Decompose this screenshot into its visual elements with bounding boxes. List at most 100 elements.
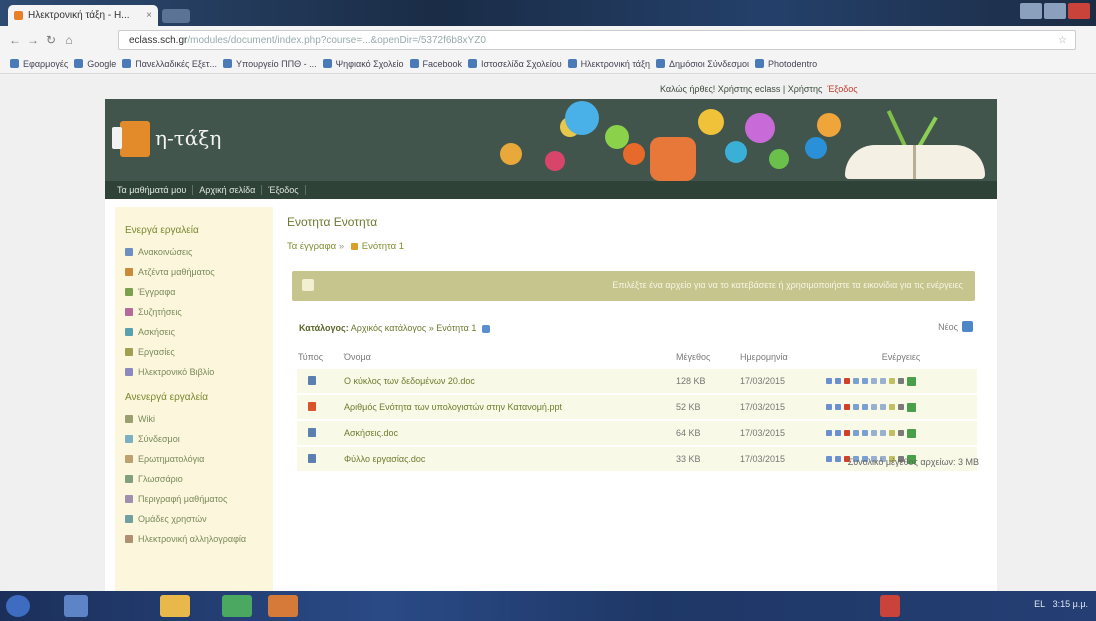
column-size[interactable]: Μέγεθος xyxy=(675,347,739,368)
delete-icon[interactable] xyxy=(844,430,850,436)
metadata-icon[interactable] xyxy=(862,404,868,410)
back-icon[interactable]: ← xyxy=(8,33,22,47)
sidebar-tool-item[interactable]: Wiki xyxy=(115,409,273,429)
nav-item[interactable]: Τα μαθήματά μου xyxy=(111,185,194,195)
share-icon[interactable] xyxy=(871,378,877,384)
tool-label: Έγγραφα xyxy=(138,287,176,297)
rename-icon[interactable] xyxy=(835,456,841,462)
rename-icon[interactable] xyxy=(835,404,841,410)
comment-icon[interactable] xyxy=(853,378,859,384)
sidebar-tool-item[interactable]: Εργασίες xyxy=(115,342,273,362)
new-tab-button[interactable] xyxy=(162,9,190,23)
logout-link[interactable]: Έξοδος xyxy=(827,84,857,94)
replace-icon[interactable] xyxy=(880,404,886,410)
taskbar-chrome-icon[interactable] xyxy=(222,595,252,617)
download-icon[interactable] xyxy=(907,376,916,386)
column-type[interactable]: Τύπος xyxy=(297,347,343,368)
sidebar-tool-item[interactable]: Ηλεκτρονικό Βιβλίο xyxy=(115,362,273,382)
table-row[interactable]: Αριθμός Ενότητα των υπολογιστών στην Κατ… xyxy=(297,393,977,420)
replace-icon[interactable] xyxy=(880,430,886,436)
file-name-link[interactable]: Ο κύκλος των δεδομένων 20.doc xyxy=(343,367,675,394)
table-row[interactable]: Ασκήσεις.doc 64 KB 17/03/2015 xyxy=(297,419,977,446)
sidebar-tool-item[interactable]: Ηλεκτρονική αλληλογραφία xyxy=(115,529,273,549)
minimize-button[interactable] xyxy=(1020,3,1042,19)
home-icon[interactable]: ⌂ xyxy=(62,33,76,47)
bookmark-item[interactable]: Ηλεκτρονική τάξη xyxy=(567,59,650,69)
move-icon[interactable] xyxy=(826,430,832,436)
column-name[interactable]: Όνομα xyxy=(343,347,675,368)
taskbar-app-icon[interactable] xyxy=(268,595,298,617)
forward-icon[interactable]: → xyxy=(26,33,40,47)
move-icon[interactable] xyxy=(826,404,832,410)
share-icon[interactable] xyxy=(871,404,877,410)
sidebar-tool-item[interactable]: Συζητήσεις xyxy=(115,302,273,322)
clock[interactable]: 3:15 μ.μ. xyxy=(1053,599,1088,609)
tab-close-icon[interactable]: × xyxy=(146,5,152,26)
visibility-icon[interactable] xyxy=(889,404,895,410)
replace-icon[interactable] xyxy=(880,378,886,384)
file-name-link[interactable]: Ασκήσεις.doc xyxy=(343,419,675,446)
move-icon[interactable] xyxy=(826,456,832,462)
bookmark-item[interactable]: Photodentro xyxy=(755,59,817,69)
sidebar-tool-item[interactable]: Έγγραφα xyxy=(115,282,273,302)
maximize-button[interactable] xyxy=(1044,3,1066,19)
bookmark-item[interactable]: Ιστοσελίδα Σχολείου xyxy=(468,59,562,69)
browser-tab[interactable]: Ηλεκτρονική τάξη - Η... × xyxy=(8,5,158,26)
metadata-icon[interactable] xyxy=(862,378,868,384)
start-button[interactable] xyxy=(6,595,30,617)
up-folder-icon[interactable] xyxy=(481,324,490,333)
comment-icon[interactable] xyxy=(853,430,859,436)
decorative-bubble xyxy=(805,137,827,159)
address-bar[interactable]: eclass.sch.gr/modules/document/index.php… xyxy=(118,30,1076,50)
move-icon[interactable] xyxy=(826,378,832,384)
breadcrumb-root[interactable]: Τα έγγραφα xyxy=(287,241,336,252)
lock-icon[interactable] xyxy=(898,430,904,436)
visibility-icon[interactable] xyxy=(889,430,895,436)
close-window-button[interactable] xyxy=(1068,3,1090,19)
new-folder-button[interactable]: Νέος xyxy=(938,321,973,332)
bookmark-item[interactable]: Πανελλαδικές Εξετ... xyxy=(122,59,217,69)
sidebar-tool-item[interactable]: Σύνδεσμοι xyxy=(115,429,273,449)
file-name-link[interactable]: Φύλλο εργασίας.doc xyxy=(343,445,675,471)
tray-icon[interactable] xyxy=(880,595,900,617)
taskbar-app-icon[interactable] xyxy=(64,595,88,617)
tool-icon xyxy=(125,368,133,376)
download-icon[interactable] xyxy=(907,428,916,438)
logo-text[interactable]: η-τάξη xyxy=(155,126,221,150)
file-name-link[interactable]: Αριθμός Ενότητα των υπολογιστών στην Κατ… xyxy=(343,393,675,420)
sidebar-tool-item[interactable]: Ανακοινώσεις xyxy=(115,242,273,262)
bookmark-star-icon[interactable]: ☆ xyxy=(1058,31,1067,49)
comment-icon[interactable] xyxy=(853,404,859,410)
logo-icon[interactable] xyxy=(112,121,150,157)
download-icon[interactable] xyxy=(907,402,916,412)
lock-icon[interactable] xyxy=(898,404,904,410)
bookmark-item[interactable]: Google xyxy=(74,59,116,69)
delete-icon[interactable] xyxy=(844,404,850,410)
bookmark-item[interactable]: Εφαρμογές xyxy=(10,59,68,69)
path-value[interactable]: Αρχικός κατάλογος » Ενότητα 1 xyxy=(351,323,477,333)
rename-icon[interactable] xyxy=(835,430,841,436)
sidebar-tool-item[interactable]: Ομάδες χρηστών xyxy=(115,509,273,529)
bookmark-item[interactable]: Ψηφιακό Σχολείο xyxy=(322,59,404,69)
share-icon[interactable] xyxy=(871,430,877,436)
nav-item[interactable]: Αρχική σελίδα xyxy=(193,185,263,195)
sidebar-tool-item[interactable]: Ασκήσεις xyxy=(115,322,273,342)
language-indicator[interactable]: EL xyxy=(1034,599,1045,609)
column-date[interactable]: Ημερομηνία xyxy=(739,347,825,368)
rename-icon[interactable] xyxy=(835,378,841,384)
metadata-icon[interactable] xyxy=(862,430,868,436)
lock-icon[interactable] xyxy=(898,378,904,384)
nav-item[interactable]: Έξοδος xyxy=(262,185,306,195)
bookmark-item[interactable]: Facebook xyxy=(409,59,462,69)
reload-icon[interactable]: ↻ xyxy=(44,33,58,47)
bookmark-item[interactable]: Δημόσιοι Σύνδεσμοι xyxy=(656,59,749,69)
sidebar-tool-item[interactable]: Γλωσσάριο xyxy=(115,469,273,489)
sidebar-tool-item[interactable]: Περιγραφή μαθήματος xyxy=(115,489,273,509)
sidebar-tool-item[interactable]: Ερωτηματολόγια xyxy=(115,449,273,469)
table-row[interactable]: Ο κύκλος των δεδομένων 20.doc 128 KB 17/03… xyxy=(297,367,977,394)
taskbar-explorer-icon[interactable] xyxy=(160,595,190,617)
visibility-icon[interactable] xyxy=(889,378,895,384)
delete-icon[interactable] xyxy=(844,378,850,384)
sidebar-tool-item[interactable]: Ατζέντα μαθήματος xyxy=(115,262,273,282)
bookmark-item[interactable]: Υπουργείο ΠΠΘ - ... xyxy=(222,59,317,69)
